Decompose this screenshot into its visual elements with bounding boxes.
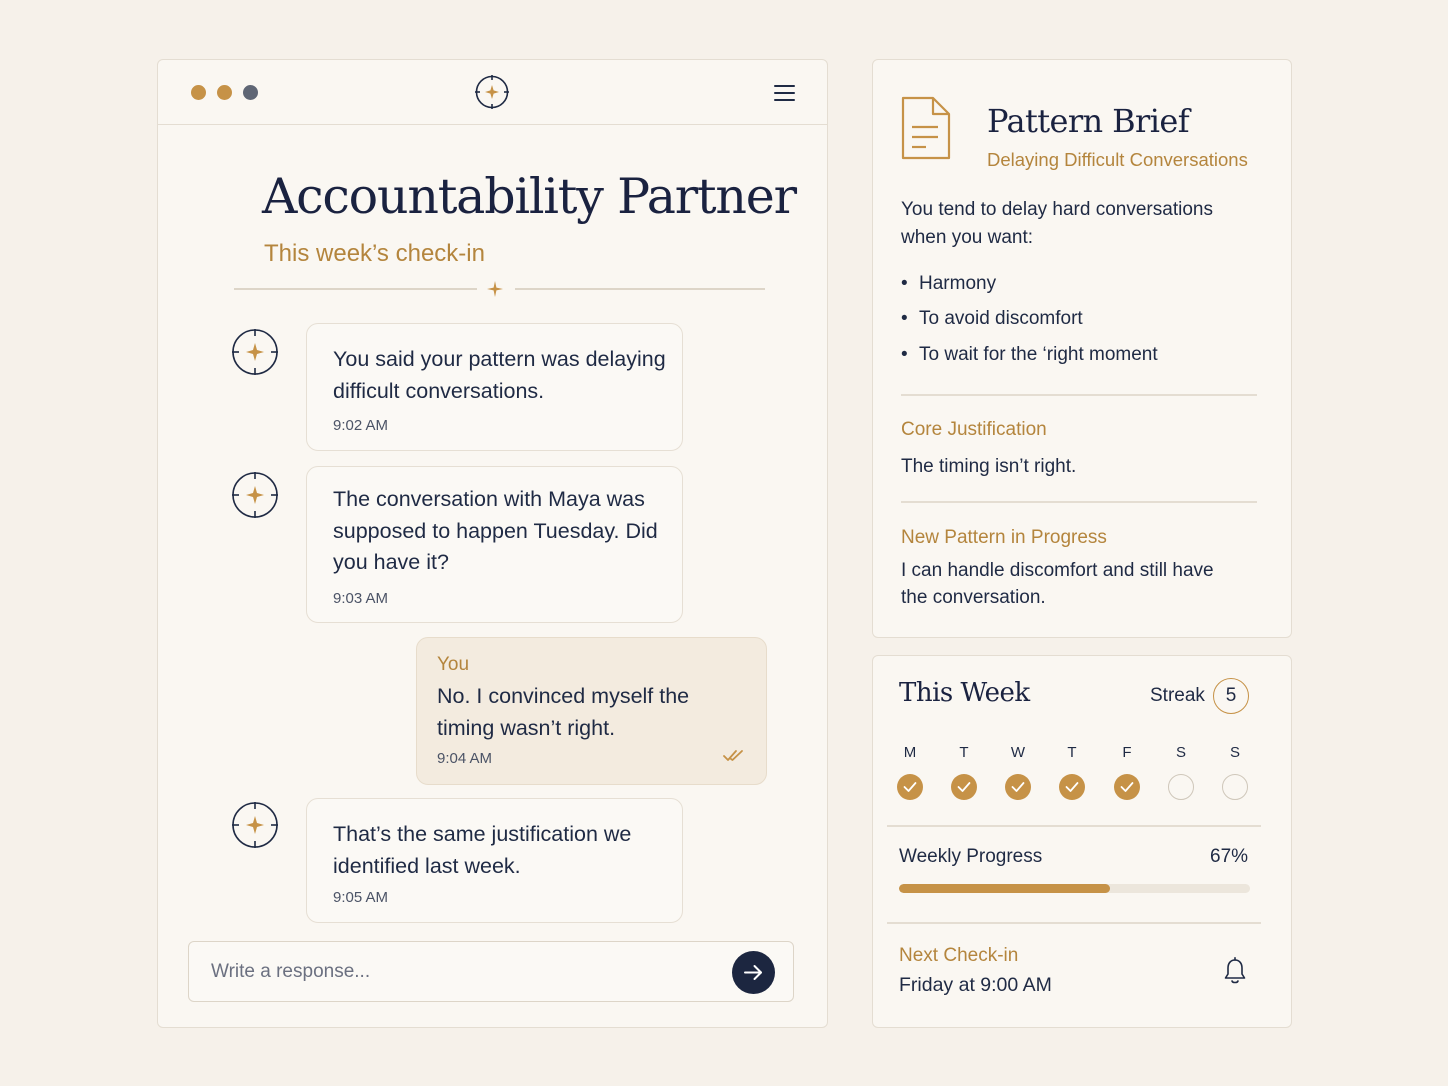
progress-bar bbox=[899, 884, 1250, 893]
reason-list-item: • To avoid discomfort bbox=[901, 308, 1083, 329]
section-divider bbox=[901, 501, 1257, 503]
brief-title: Pattern Brief bbox=[987, 102, 1190, 140]
day-completed-check[interactable] bbox=[897, 774, 923, 800]
message-bubble: You said your pattern was delaying diffi… bbox=[306, 323, 683, 451]
window-dot-2[interactable] bbox=[217, 85, 232, 100]
section-divider bbox=[887, 825, 1261, 827]
progress-bar-fill bbox=[899, 884, 1110, 893]
bell-icon[interactable] bbox=[1223, 957, 1247, 985]
compass-logo-icon bbox=[475, 75, 509, 109]
user-message-bubble: You No. I convinced myself the timing wa… bbox=[416, 637, 767, 785]
title-divider-left bbox=[234, 288, 477, 290]
day-completed-check[interactable] bbox=[951, 774, 977, 800]
title-divider-right bbox=[515, 288, 765, 290]
message-text: The conversation with Maya was supposed … bbox=[333, 487, 658, 574]
double-check-icon bbox=[723, 750, 743, 761]
message-time: 9:05 AM bbox=[333, 889, 389, 906]
streak-badge: 5 bbox=[1213, 678, 1249, 714]
message-text: You said your pattern was delaying diffi… bbox=[333, 347, 666, 403]
page-subtitle: This week’s check-in bbox=[264, 240, 485, 267]
message-time: 9:02 AM bbox=[333, 417, 389, 434]
sparkle-icon bbox=[487, 281, 503, 297]
message-text: No. I convinced myself the timing wasn’t… bbox=[437, 684, 690, 740]
window-dot-1[interactable] bbox=[191, 85, 206, 100]
this-week-card: This Week Streak 5 M T W T F S S Weekly Progre… bbox=[872, 655, 1292, 1028]
progress-percent: 67% bbox=[1210, 846, 1249, 867]
reason-list-item: • Harmony bbox=[901, 273, 997, 294]
message-text: That’s the same justification we identif… bbox=[333, 822, 632, 878]
day-letter: S bbox=[1175, 744, 1186, 761]
message-bubble: That’s the same justification we identif… bbox=[306, 798, 683, 923]
window-dot-3[interactable] bbox=[243, 85, 258, 100]
message-time: 9:03 AM bbox=[333, 590, 389, 607]
response-composer bbox=[188, 941, 794, 1002]
next-checkin-value: Friday at 9:00 AM bbox=[899, 974, 1052, 996]
check-icon bbox=[903, 782, 917, 792]
day-letter: T bbox=[1067, 744, 1077, 761]
section-divider bbox=[901, 394, 1257, 396]
document-icon bbox=[901, 96, 951, 160]
new-pattern-text: I can handle discomfort and still have t… bbox=[901, 560, 1214, 608]
day-letter: T bbox=[959, 744, 969, 761]
week-title: This Week bbox=[899, 678, 1030, 708]
day-completed-check[interactable] bbox=[1059, 774, 1085, 800]
brief-subtitle: Delaying Difficult Conversations bbox=[987, 149, 1248, 170]
brief-intro: You tend to delay hard conversations whe… bbox=[901, 199, 1213, 248]
page-title: Accountability Partner bbox=[262, 168, 797, 225]
next-checkin-label: Next Check-in bbox=[899, 945, 1019, 966]
core-justification-heading: Core Justification bbox=[901, 419, 1047, 440]
day-pending-circle[interactable] bbox=[1168, 774, 1194, 800]
message-sender: You bbox=[437, 654, 470, 675]
check-icon bbox=[1011, 782, 1025, 792]
day-pending-circle[interactable] bbox=[1222, 774, 1248, 800]
day-completed-check[interactable] bbox=[1005, 774, 1031, 800]
streak-label: Streak bbox=[1150, 685, 1205, 706]
day-letter: S bbox=[1229, 744, 1240, 761]
day-completed-check[interactable] bbox=[1114, 774, 1140, 800]
pattern-brief-card: Pattern Brief Delaying Difficult Convers… bbox=[872, 59, 1292, 638]
message-bubble: The conversation with Maya was supposed … bbox=[306, 466, 683, 623]
check-icon bbox=[1120, 782, 1134, 792]
hamburger-menu-icon[interactable] bbox=[774, 82, 798, 102]
day-letter: W bbox=[1010, 744, 1026, 761]
arrow-right-icon bbox=[744, 965, 762, 980]
chat-topbar bbox=[158, 60, 827, 125]
partner-avatar-icon bbox=[232, 472, 278, 518]
core-justification-text: The timing isn’t right. bbox=[901, 456, 1077, 477]
check-icon bbox=[1065, 782, 1079, 792]
partner-avatar-icon bbox=[232, 802, 278, 848]
send-button[interactable] bbox=[732, 951, 775, 994]
day-letter: F bbox=[1122, 744, 1132, 761]
message-time: 9:04 AM bbox=[437, 750, 493, 767]
section-divider bbox=[887, 922, 1261, 924]
reason-list-item: • To wait for the ‘right moment bbox=[901, 344, 1158, 365]
response-input[interactable] bbox=[211, 956, 711, 988]
new-pattern-heading: New Pattern in Progress bbox=[901, 527, 1107, 548]
chat-panel: Accountability Partner This week’s check… bbox=[157, 59, 828, 1028]
partner-avatar-icon bbox=[232, 329, 278, 375]
day-letter: M bbox=[903, 744, 917, 761]
check-icon bbox=[957, 782, 971, 792]
progress-label: Weekly Progress bbox=[899, 846, 1043, 867]
